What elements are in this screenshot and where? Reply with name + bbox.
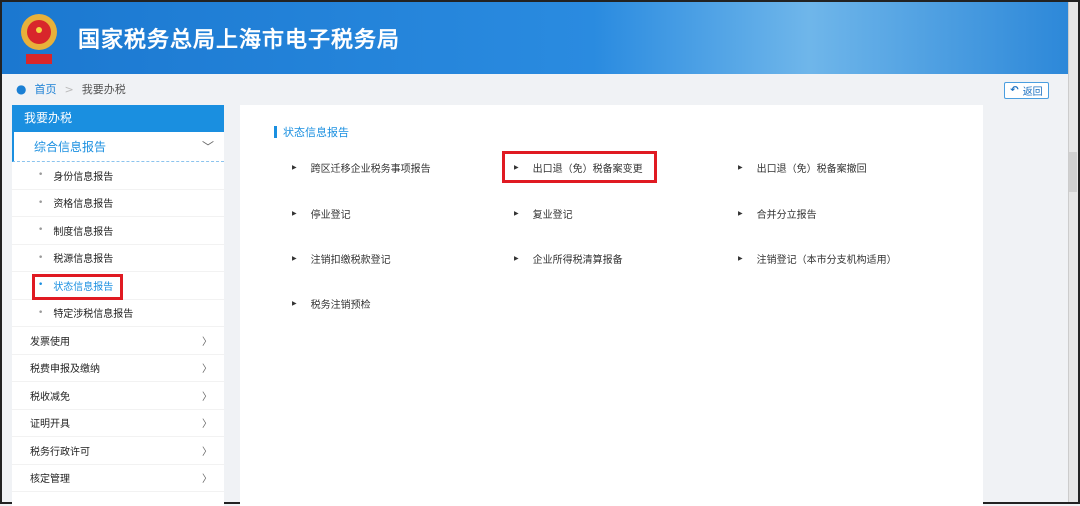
breadcrumb-current: 我要办税	[81, 83, 126, 96]
back-button[interactable]: ↶ 返回	[1004, 82, 1049, 99]
sidebar-subitem-label: 制度信息报告	[53, 226, 114, 238]
sidebar-item[interactable]: 证明开具 〉	[12, 410, 224, 437]
service-item[interactable]: ▶ 跨区迁移企业税务事项报告	[292, 160, 431, 175]
sidebar-subitem[interactable]: • 税源信息报告	[12, 245, 224, 272]
arrow-right-icon: ▶	[292, 255, 297, 262]
sidebar: 我要办税 综合信息报告 ﹀ • 身份信息报告 • 资格信息报告 • 制度信息报告 • 税…	[12, 105, 224, 506]
arrow-right-icon: ▶	[292, 300, 297, 307]
service-item[interactable]: ▶ 注销扣缴税款登记	[292, 251, 391, 266]
service-item-label: 注销扣缴税款登记	[310, 255, 391, 266]
sidebar-subitem-label: 特定涉税信息报告	[53, 309, 134, 321]
chevron-right-icon: 〉	[202, 364, 212, 376]
bullet-icon: •	[38, 225, 44, 236]
service-item-label: 出口退（免）税备案撤回	[756, 164, 867, 175]
service-item-label: 停业登记	[310, 210, 351, 221]
site-title: 国家税务总局上海市电子税务局	[78, 28, 401, 53]
service-item-label: 合并分立报告	[756, 210, 817, 221]
chevron-right-icon: 〉	[202, 474, 212, 486]
back-label: 返回	[1022, 87, 1043, 98]
sidebar-subitem[interactable]: • 身份信息报告	[12, 162, 224, 190]
bullet-icon: •	[38, 197, 44, 208]
service-item-label: 复业登记	[532, 210, 573, 221]
site-header: 国家税务总局上海市电子税务局	[2, 2, 1078, 74]
sidebar-item-label: 证明开具	[30, 419, 70, 431]
arrow-right-icon: ▶	[514, 210, 519, 217]
service-item-label: 企业所得税清算报备	[532, 255, 623, 266]
arrow-right-icon: ▶	[514, 255, 519, 262]
sidebar-subitem[interactable]: • 特定涉税信息报告	[12, 300, 224, 327]
breadcrumb: ● 首页 > 我要办税	[2, 74, 1068, 104]
service-item-label: 注销登记（本市分支机构适用）	[756, 255, 897, 266]
service-item-label: 税务注销预检	[310, 300, 371, 311]
section-title: 状态信息报告	[274, 124, 349, 140]
breadcrumb-home[interactable]: 首页	[34, 81, 56, 97]
sidebar-group-label: 综合信息报告	[34, 140, 107, 154]
sidebar-subitem[interactable]: • 制度信息报告	[12, 217, 224, 245]
sidebar-item[interactable]: 税收减免 〉	[12, 382, 224, 410]
chevron-right-icon: 〉	[202, 391, 212, 403]
sidebar-subitem-label: 资格信息报告	[53, 199, 114, 211]
service-item[interactable]: ▶ 注销登记（本市分支机构适用）	[738, 251, 897, 266]
highlight-box-main	[502, 151, 657, 183]
sidebar-item[interactable]: 核定管理 〉	[12, 465, 224, 492]
service-item[interactable]: ▶ 税务注销预检	[292, 296, 371, 311]
arrow-right-icon: ▶	[738, 210, 743, 217]
sidebar-subitem-label: 身份信息报告	[53, 171, 114, 183]
sidebar-item[interactable]: 发票使用 〉	[12, 327, 224, 355]
bullet-icon: •	[38, 307, 44, 318]
chevron-right-icon: 〉	[202, 336, 212, 348]
scrollbar[interactable]	[1068, 2, 1078, 502]
sidebar-group-comprehensive-info[interactable]: 综合信息报告 ﹀	[12, 132, 224, 162]
service-item[interactable]: ▶ 企业所得税清算报备	[514, 251, 623, 266]
arrow-right-icon: ▶	[292, 210, 297, 217]
sidebar-item[interactable]: 税费申报及缴纳 〉	[12, 355, 224, 382]
sidebar-item-label: 发票使用	[30, 336, 70, 348]
location-pin-icon: ●	[16, 82, 27, 96]
chevron-right-icon: 〉	[202, 419, 212, 431]
tax-emblem-logo	[21, 14, 57, 64]
arrow-right-icon: ▶	[738, 164, 743, 171]
sidebar-item-label: 税费申报及缴纳	[30, 364, 100, 376]
breadcrumb-separator: >	[64, 82, 74, 96]
highlight-box-sidebar	[32, 274, 123, 300]
sidebar-item-label: 税收减免	[30, 391, 70, 403]
scrollbar-thumb[interactable]	[1069, 152, 1077, 192]
bullet-icon: •	[38, 252, 44, 263]
sidebar-item-label: 核定管理	[30, 474, 70, 486]
sidebar-title: 我要办税	[12, 105, 224, 132]
return-icon: ↶	[1010, 85, 1019, 96]
service-item[interactable]: ▶ 出口退（免）税备案撤回	[738, 160, 867, 175]
sidebar-item[interactable]: 税务行政许可 〉	[12, 437, 224, 465]
bullet-icon: •	[38, 170, 44, 181]
sidebar-subitem-label: 税源信息报告	[53, 254, 114, 266]
service-item-label: 跨区迁移企业税务事项报告	[310, 164, 431, 175]
arrow-right-icon: ▶	[292, 164, 297, 171]
chevron-down-icon: ﹀	[201, 140, 214, 154]
sidebar-subitem[interactable]: • 资格信息报告	[12, 190, 224, 217]
sidebar-item-label: 税务行政许可	[30, 446, 90, 458]
service-item[interactable]: ▶ 复业登记	[514, 206, 573, 221]
service-item[interactable]: ▶ 停业登记	[292, 206, 351, 221]
chevron-right-icon: 〉	[202, 446, 212, 458]
service-item[interactable]: ▶ 合并分立报告	[738, 206, 817, 221]
section-title-text: 状态信息报告	[283, 126, 349, 139]
title-bar	[274, 126, 277, 138]
arrow-right-icon: ▶	[738, 255, 743, 262]
